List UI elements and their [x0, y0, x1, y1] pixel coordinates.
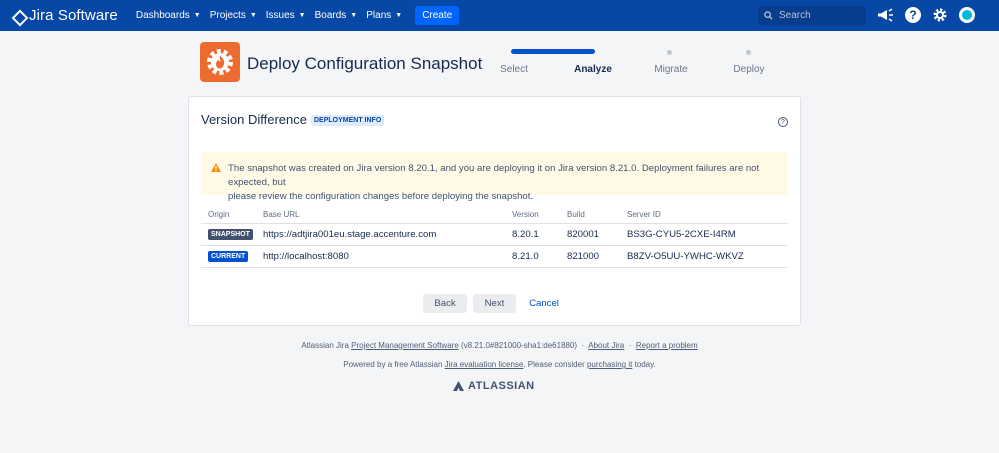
footer-line-2: Powered by a free Atlassian Jira evaluat… — [0, 360, 999, 369]
menu-label: Dashboards — [135, 10, 190, 21]
server-id-cell: BS3G-CYU5-2CXE-I4RM — [620, 223, 788, 246]
warning-line: please review the configuration changes … — [228, 191, 534, 202]
footer-version: (v8.21.0#821000-sha1:de61880) — [461, 341, 578, 350]
step-migrate: Migrate — [654, 64, 688, 75]
footer-text: Atlassian Jira — [301, 341, 349, 350]
menu-label: Plans — [366, 10, 392, 21]
about-jira-link[interactable]: About Jira — [588, 341, 624, 350]
build-cell: 820001 — [560, 223, 620, 246]
back-button[interactable]: Back — [423, 294, 467, 313]
evaluation-license-link[interactable]: Jira evaluation license — [445, 360, 524, 369]
cancel-button[interactable]: Cancel — [525, 294, 563, 313]
atlassian-icon — [453, 381, 464, 391]
settings-icon[interactable] — [931, 6, 949, 24]
menu-projects[interactable]: Projects ▼ — [210, 10, 257, 21]
chevron-down-icon: ▼ — [249, 12, 257, 19]
footer-line-1: Atlassian Jira Project Management Softwa… — [0, 341, 999, 350]
page-title: Deploy Configuration Snapshot — [247, 54, 483, 73]
menu-issues[interactable]: Issues ▼ — [266, 10, 306, 21]
progress-bar-complete — [511, 49, 595, 54]
avatar[interactable] — [958, 6, 976, 24]
panel-title: Version Difference — [201, 112, 307, 127]
product-name: Jira Software — [29, 7, 118, 24]
table-row: SNAPSHOT https://adtjira001eu.stage.acce… — [201, 223, 788, 246]
versions-table: Origin Base URL Version Build Server ID … — [201, 207, 788, 268]
version-difference-panel: Version Difference DEPLOYMENT INFO ? The… — [188, 96, 801, 326]
table-header-row: Origin Base URL Version Build Server ID — [201, 207, 788, 224]
chevron-down-icon: ▼ — [193, 12, 201, 19]
menu-label: Boards — [314, 10, 347, 21]
help-icon[interactable]: ? — [904, 6, 922, 24]
create-button[interactable]: Create — [415, 6, 460, 25]
current-badge: CURRENT — [208, 251, 249, 262]
warning-text: The snapshot was created on Jira version… — [228, 162, 773, 202]
search-icon — [764, 11, 773, 20]
deployment-info-lozenge: DEPLOYMENT INFO — [311, 115, 385, 126]
warning-icon — [211, 163, 221, 172]
step-select: Select — [500, 64, 528, 75]
col-version: Version — [505, 207, 560, 224]
deploy-app-icon — [200, 42, 240, 82]
notifications-icon[interactable] — [877, 6, 895, 24]
jira-logo[interactable]: Jira Software — [12, 7, 118, 24]
server-id-cell: B8ZV-O5UU-YWHC-WKVZ — [620, 245, 788, 268]
chevron-down-icon: ▼ — [395, 12, 403, 19]
warning-message: The snapshot was created on Jira version… — [201, 152, 788, 202]
menu-label: Issues — [265, 10, 295, 21]
main-menu: Dashboards ▼ Projects ▼ Issues ▼ Boards ▼ Pl… — [136, 6, 460, 25]
step-dot-migrate — [667, 50, 672, 55]
origin-cell: CURRENT — [201, 245, 256, 268]
footer-text: . Please consider — [523, 360, 585, 369]
menu-boards[interactable]: Boards ▼ — [315, 10, 358, 21]
atlassian-logo[interactable]: ATLASSIAN — [453, 380, 535, 392]
snapshot-badge: SNAPSHOT — [208, 229, 253, 240]
jira-diamond-icon — [12, 10, 24, 22]
atlassian-brand: ATLASSIAN — [468, 380, 535, 392]
top-navigation: Jira Software Dashboards ▼ Projects ▼ Issu… — [0, 0, 999, 31]
search-placeholder: Search — [779, 10, 811, 21]
project-management-link[interactable]: Project Management Software — [351, 341, 459, 350]
next-button[interactable]: Next — [473, 294, 516, 313]
step-deploy: Deploy — [733, 64, 765, 75]
purchasing-link[interactable]: purchasing it — [587, 360, 632, 369]
table-row: CURRENT http://localhost:8080 8.21.0 821… — [201, 245, 788, 268]
warning-line: The snapshot was created on Jira version… — [228, 163, 760, 188]
footer-text: Powered by a free Atlassian — [343, 360, 443, 369]
chevron-down-icon: ▼ — [298, 12, 306, 19]
footer-text: today. — [634, 360, 656, 369]
menu-label: Projects — [209, 10, 246, 21]
origin-cell: SNAPSHOT — [201, 223, 256, 246]
col-build: Build — [560, 207, 620, 224]
step-dot-deploy — [746, 50, 751, 55]
chevron-down-icon: ▼ — [350, 12, 358, 19]
version-cell: 8.20.1 — [505, 223, 560, 246]
footer-separator: · — [581, 341, 585, 350]
help-question-icon[interactable]: ? — [778, 117, 788, 127]
build-cell: 821000 — [560, 245, 620, 268]
step-analyze: Analyze — [574, 64, 612, 75]
footer-separator: · — [628, 341, 632, 350]
menu-dashboards[interactable]: Dashboards ▼ — [136, 10, 201, 21]
report-problem-link[interactable]: Report a problem — [636, 341, 698, 350]
version-cell: 8.21.0 — [505, 245, 560, 268]
col-server-id: Server ID — [620, 207, 788, 224]
menu-plans[interactable]: Plans ▼ — [366, 10, 402, 21]
base-url-cell: http://localhost:8080 — [256, 245, 505, 268]
base-url-cell: https://adtjira001eu.stage.accenture.com — [256, 223, 505, 246]
search-input[interactable]: Search — [758, 6, 866, 25]
col-base-url: Base URL — [256, 207, 505, 224]
col-origin: Origin — [201, 207, 256, 224]
